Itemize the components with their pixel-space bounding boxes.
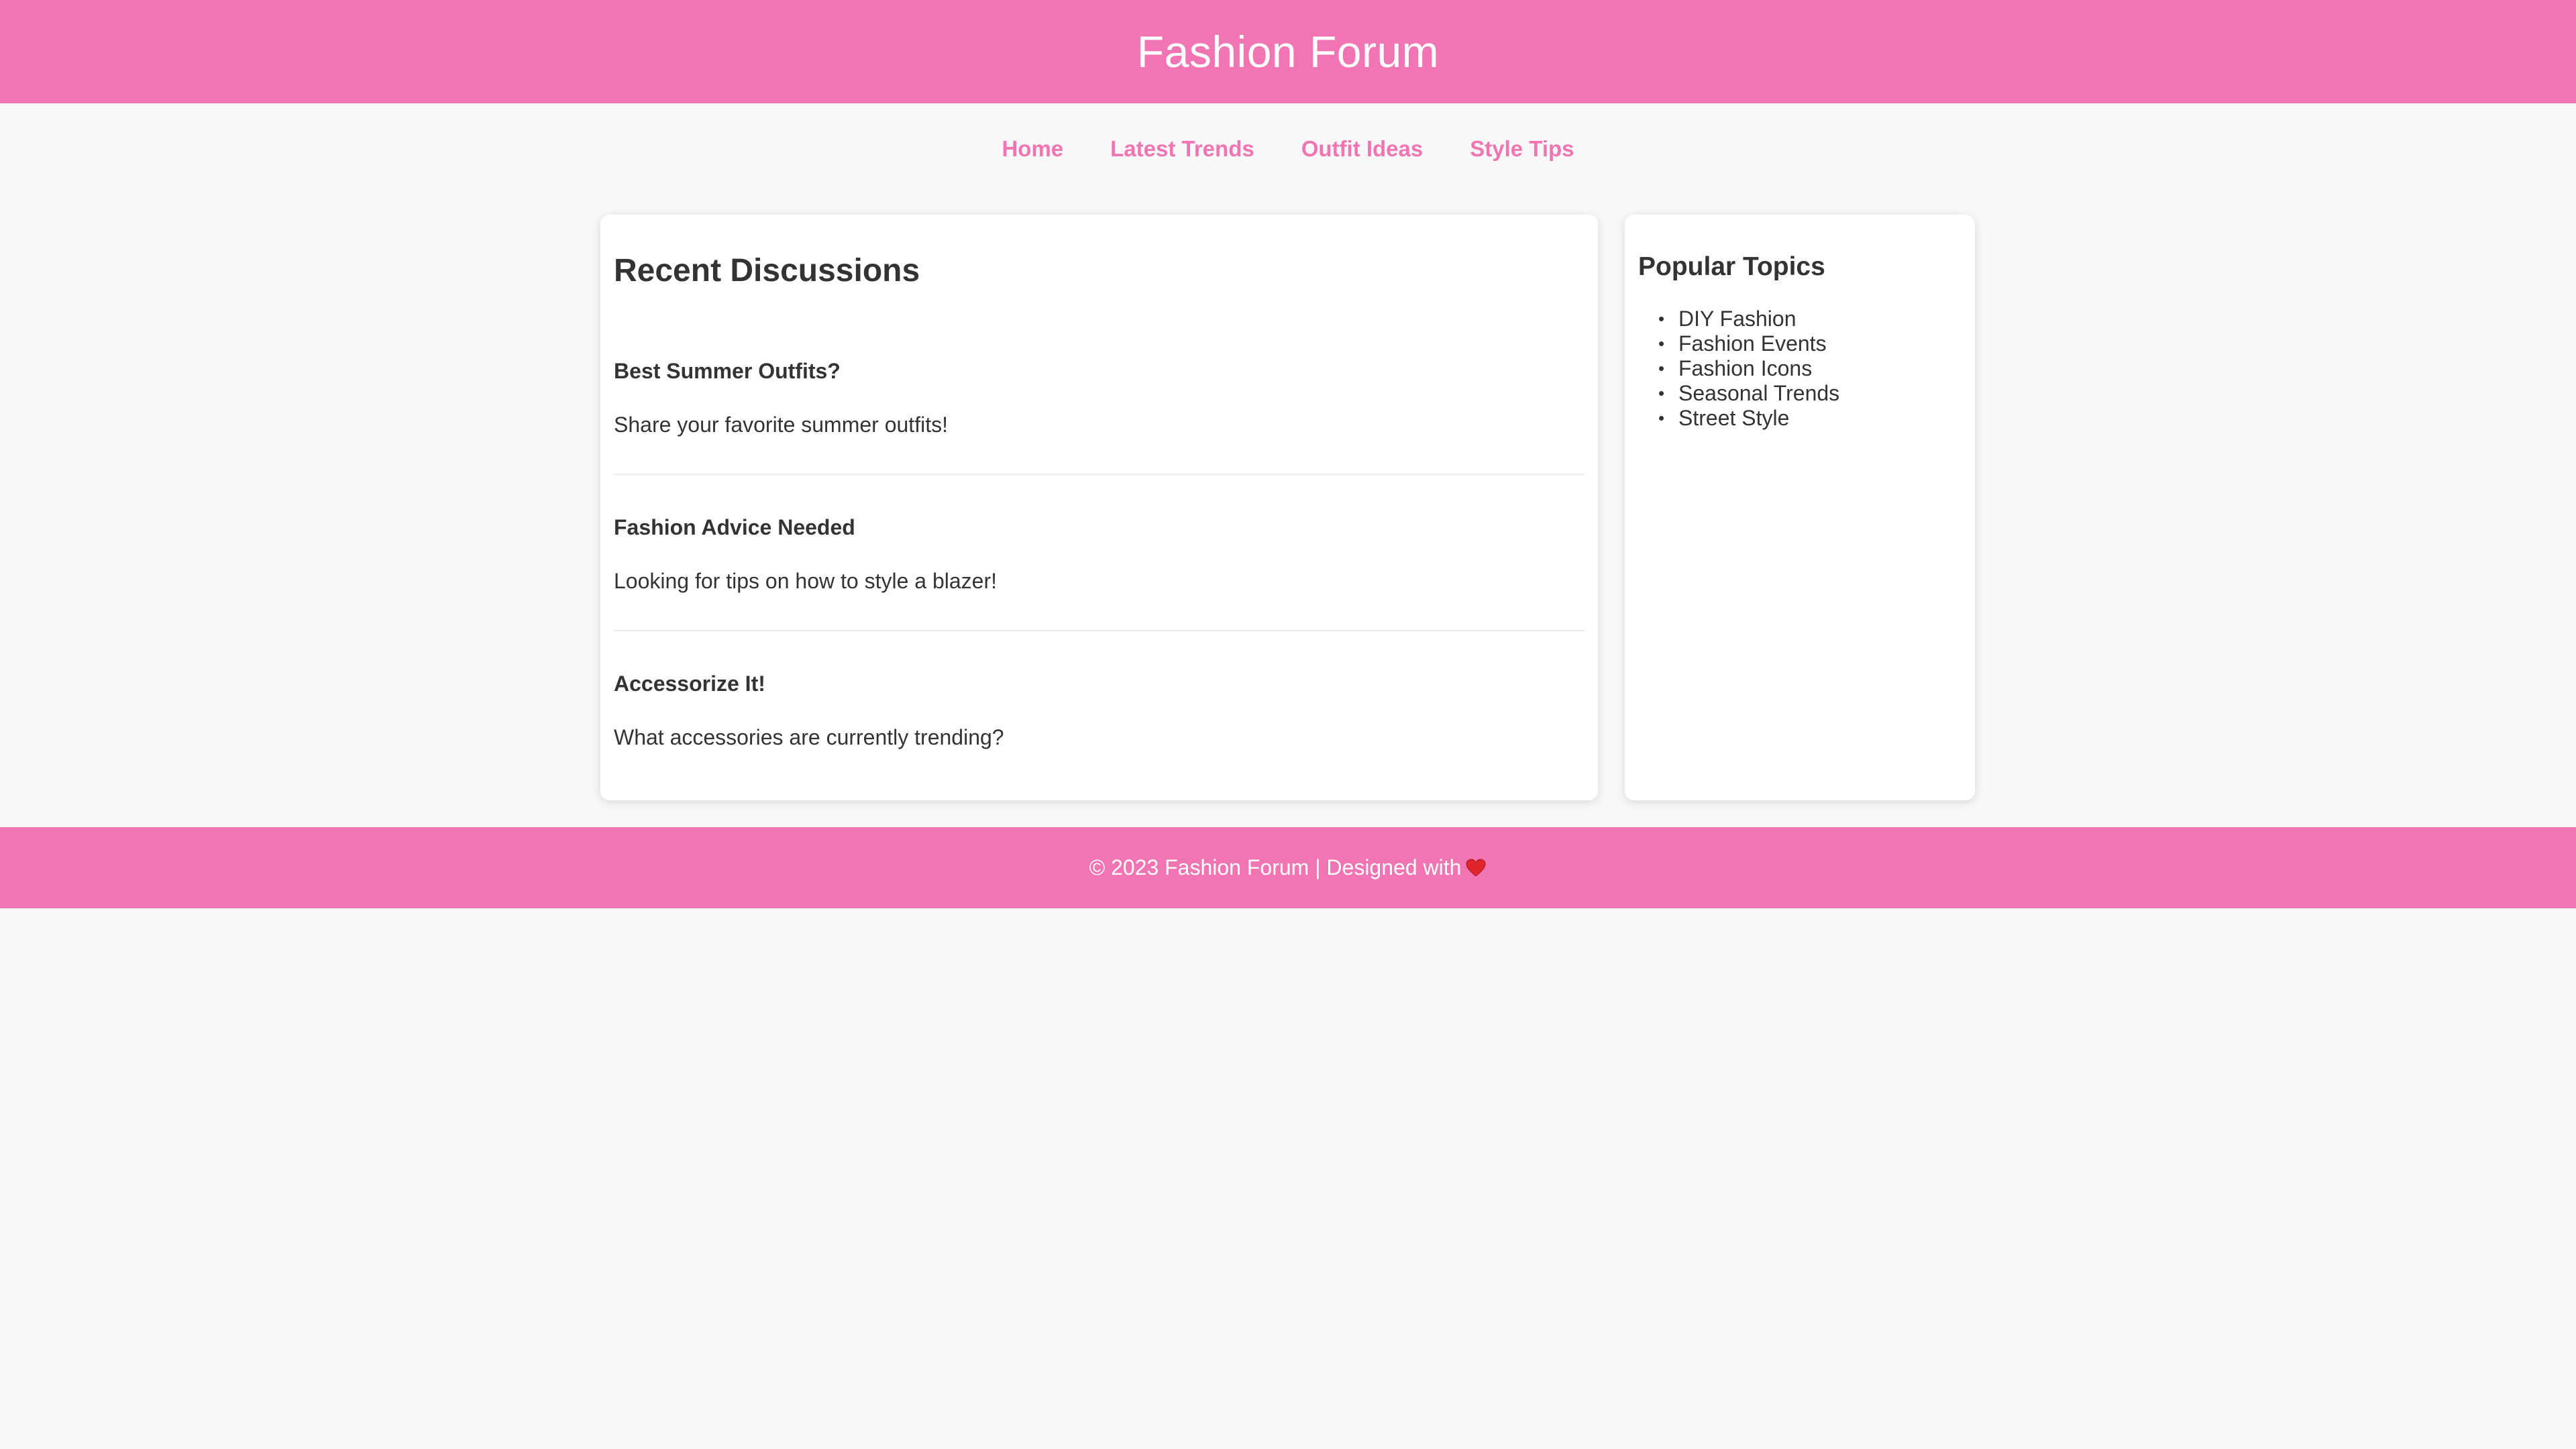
topic-label[interactable]: Fashion Icons (1678, 356, 1812, 380)
discussion-body: Looking for tips on how to style a blaze… (614, 569, 997, 593)
site-header: Fashion Forum (0, 0, 2576, 103)
site-title: Fashion Forum (1136, 27, 1440, 76)
topic-item[interactable]: • Fashion Icons (1658, 356, 1839, 381)
discussion-title[interactable]: Accessorize It! (614, 672, 765, 696)
topic-label[interactable]: Fashion Events (1678, 331, 1827, 356)
heart-icon (1466, 858, 1486, 877)
discussion-title[interactable]: Fashion Advice Needed (614, 515, 855, 540)
popular-topics-heading: Popular Topics (1638, 252, 1825, 281)
nav-link-style-tips[interactable]: Style Tips (1470, 136, 1574, 162)
topic-item[interactable]: • Fashion Events (1658, 331, 1839, 356)
footer-text: © 2023 Fashion Forum | Designed with (1089, 855, 1462, 879)
discussion-body: Share your favorite summer outfits! (614, 413, 948, 437)
bullet-icon: • (1658, 358, 1665, 378)
topic-item[interactable]: • DIY Fashion (1658, 307, 1839, 331)
popular-topics-list: • DIY Fashion • Fashion Events • Fashion Ic… (1658, 307, 1839, 431)
popular-topics-card: Popular Topics • DIY Fashion • Fashion Eve… (1625, 215, 1975, 800)
discussion-divider (614, 474, 1585, 475)
topic-label[interactable]: Seasonal Trends (1678, 381, 1839, 405)
nav-link-home[interactable]: Home (1002, 136, 1063, 162)
recent-discussions-card: Recent Discussions Best Summer Outfits? … (600, 215, 1598, 800)
nav-link-outfit-ideas[interactable]: Outfit Ideas (1301, 136, 1424, 162)
discussion-divider (614, 630, 1585, 631)
bullet-icon: • (1658, 408, 1665, 428)
bullet-icon: • (1658, 309, 1665, 329)
recent-discussions-heading: Recent Discussions (614, 253, 920, 288)
site-footer: © 2023 Fashion Forum | Designed with (0, 827, 2576, 908)
topic-item[interactable]: • Street Style (1658, 406, 1839, 431)
discussion-body: What accessories are currently trending? (614, 725, 1004, 749)
discussion-title[interactable]: Best Summer Outfits? (614, 359, 841, 384)
nav-link-latest-trends[interactable]: Latest Trends (1110, 136, 1254, 162)
bullet-icon: • (1658, 333, 1665, 354)
topic-label[interactable]: DIY Fashion (1678, 307, 1796, 331)
main-nav: Home Latest Trends Outfit Ideas Style Ti… (0, 103, 2576, 195)
topic-item[interactable]: • Seasonal Trends (1658, 381, 1839, 406)
bullet-icon: • (1658, 383, 1665, 403)
topic-label[interactable]: Street Style (1678, 406, 1789, 430)
